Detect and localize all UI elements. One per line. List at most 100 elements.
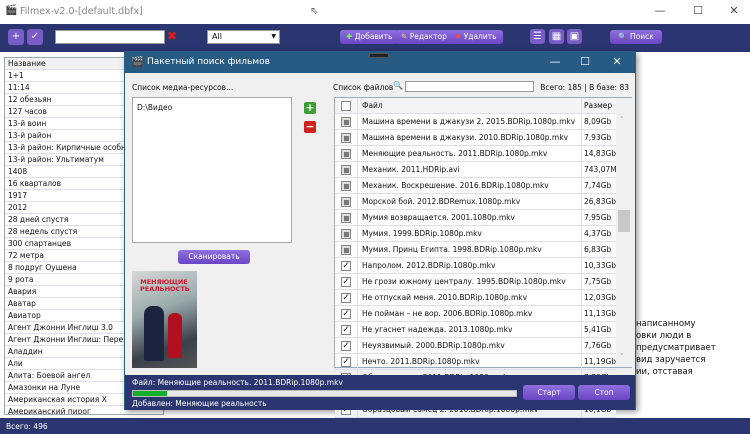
file-checkbox[interactable]: ✓: [341, 325, 351, 335]
file-name: Напролом. 2012.BDRip.1080p.mkv: [357, 258, 582, 274]
file-row[interactable]: Машина времени в джакузи 2. 2015.BDRip.1…: [335, 114, 616, 130]
file-row[interactable]: ✓ Нечто. 2011.BDRip.1080p.mkv 11,19Gb: [335, 354, 616, 370]
file-row[interactable]: Мумия возвращается. 2001.1080p.mkv 7,95Gb: [335, 210, 616, 226]
scroll-up-icon[interactable]: ˄: [620, 116, 624, 124]
progress-bar: [132, 390, 517, 397]
file-row[interactable]: Механик. Воскрешение. 2016.BDRip.1080p.m…: [335, 178, 616, 194]
media-item[interactable]: D:\Видео: [137, 103, 287, 112]
file-name: Нечто. 2011.BDRip.1080p.mkv: [357, 354, 582, 370]
clear-search-icon[interactable]: ✖: [167, 29, 177, 43]
editor-button[interactable]: ✎ Редактор: [395, 30, 453, 44]
file-row[interactable]: ✓ Напролом. 2012.BDRip.1080p.mkv 10,33Gb: [335, 258, 616, 274]
file-name: Не пойман – не вор. 2006.BDRip.1080p.mkv: [357, 306, 582, 322]
file-checkbox[interactable]: [341, 181, 351, 191]
file-row[interactable]: Мумия. 1999.BDRip.1080p.mkv 4,37Gb: [335, 226, 616, 242]
select-all-checkbox[interactable]: [341, 101, 351, 111]
start-button[interactable]: Старт: [523, 385, 575, 400]
movie-poster: МЕНЯЮЩИЕ РЕАЛЬНОСТЬ: [132, 271, 197, 368]
add-button[interactable]: ✚ Добавить: [340, 30, 399, 44]
description-line: написанному: [636, 319, 696, 329]
dialog-titlebar[interactable]: 🎬 Пакетный поиск фильмов — ☐ ✕: [125, 52, 635, 73]
file-row[interactable]: ✓ Не грози южному централу. 1995.BDRip.10…: [335, 274, 616, 290]
scan-button[interactable]: Сканировать: [178, 250, 250, 264]
dialog-close-button[interactable]: ✕: [607, 55, 627, 68]
remove-media-button[interactable]: −: [304, 121, 316, 133]
dialog-title: Пакетный поиск фильмов: [147, 57, 270, 67]
maximize-button[interactable]: ☐: [688, 4, 708, 17]
file-size: 7,76Gb: [581, 338, 616, 354]
edit-db-icon[interactable]: ✓: [27, 29, 43, 45]
file-checkbox[interactable]: [341, 197, 351, 207]
file-row[interactable]: Меняющие реальность. 2011.BDRip.1080p.mk…: [335, 146, 616, 162]
file-checkbox[interactable]: [341, 165, 351, 175]
search-icon: 🔍: [618, 32, 628, 41]
description-line: овки люди в: [636, 331, 692, 341]
file-name: Неуязвимый. 2000.BDRip.1080p.mkv: [357, 338, 582, 354]
file-size: 10,33Gb: [581, 258, 616, 274]
list-view-icon[interactable]: ☰: [530, 29, 545, 44]
file-name: Меняющие реальность. 2011.BDRip.1080p.mk…: [357, 146, 582, 162]
grid-view-icon[interactable]: ▦: [549, 29, 564, 44]
drag-handle[interactable]: [369, 53, 389, 58]
file-row[interactable]: Морской бой. 2012.BDRemux.1080p.mkv 26,83…: [335, 194, 616, 210]
file-size: 5,41Gb: [581, 322, 616, 338]
file-size: 4,37Gb: [581, 226, 616, 242]
file-row[interactable]: Машина времени в джакузи. 2010.BDRip.108…: [335, 130, 616, 146]
progress-fill: [133, 391, 168, 396]
files-table-header: Файл Размер: [335, 98, 616, 114]
file-size: 7,95Gb: [581, 210, 616, 226]
file-checkbox[interactable]: [341, 245, 351, 255]
file-row[interactable]: Мумия. Принц Египта. 1998.BDRip.1080p.mk…: [335, 242, 616, 258]
file-checkbox[interactable]: [341, 229, 351, 239]
file-checkbox[interactable]: ✓: [341, 357, 351, 367]
chevron-down-icon: ▼: [271, 33, 276, 40]
dialog-minimize-button[interactable]: —: [545, 55, 565, 68]
file-row[interactable]: ✓ Не отпускай меня. 2010.BDRip.1080p.mkv 1…: [335, 290, 616, 306]
file-name: Машина времени в джакузи. 2010.BDRip.108…: [357, 130, 582, 146]
poster-title: МЕНЯЮЩИЕ РЕАЛЬНОСТЬ: [140, 278, 190, 293]
file-size: 26,83Gb: [581, 194, 616, 210]
stop-button[interactable]: Стоп: [578, 385, 630, 400]
close-button[interactable]: ✕: [724, 4, 744, 17]
file-checkbox[interactable]: ✓: [341, 277, 351, 287]
delete-button[interactable]: ✖ Удалить: [449, 30, 503, 44]
file-checkbox[interactable]: ✓: [341, 293, 351, 303]
dialog-maximize-button[interactable]: ☐: [575, 55, 595, 68]
files-list-label: Список файлов: [333, 83, 394, 92]
file-name: Мумия. Принц Египта. 1998.BDRip.1080p.mk…: [357, 242, 582, 258]
filter-value: All: [212, 32, 222, 41]
column-size[interactable]: Размер: [581, 98, 616, 114]
toolbar: + ✓ ✖ All ▼ ✚ Добавить ✎ Редактор ✖ Удали…: [0, 24, 750, 52]
file-checkbox[interactable]: [341, 149, 351, 159]
file-checkbox[interactable]: ✓: [341, 309, 351, 319]
file-checkbox[interactable]: [341, 213, 351, 223]
total-count: Всего: 496: [6, 422, 48, 431]
app-title: Filmex-v2.0-[default.dbfx]: [20, 6, 143, 17]
card-view-icon[interactable]: ▣: [567, 29, 582, 44]
description-line: предусматривает: [636, 343, 716, 353]
file-checkbox[interactable]: [341, 133, 351, 143]
media-list[interactable]: D:\Видео: [132, 97, 292, 243]
files-search-input[interactable]: [405, 81, 534, 92]
add-media-button[interactable]: +: [304, 102, 316, 114]
search-button[interactable]: 🔍 Поиск: [610, 30, 662, 44]
filter-select[interactable]: All ▼: [207, 30, 280, 44]
file-checkbox[interactable]: [341, 117, 351, 127]
delete-icon: ✖: [455, 32, 462, 41]
file-name: Механик. Воскрешение. 2016.BDRip.1080p.m…: [357, 178, 582, 194]
file-row[interactable]: ✓ Неуязвимый. 2000.BDRip.1080p.mkv 7,76Gb: [335, 338, 616, 354]
file-checkbox[interactable]: ✓: [341, 261, 351, 271]
search-input[interactable]: [55, 30, 165, 44]
description-line: ии, отставая: [636, 367, 693, 377]
file-size: 743,07Mb: [581, 162, 616, 178]
file-row[interactable]: Механик. 2011.HDRip.avi743,07Mb: [335, 162, 616, 178]
file-row[interactable]: ✓ Не угаснет надежда. 2013.1080p.mkv 5,41G…: [335, 322, 616, 338]
files-scrollbar[interactable]: ˄ ˅: [616, 98, 632, 367]
add-db-icon[interactable]: +: [8, 29, 24, 45]
file-checkbox[interactable]: ✓: [341, 341, 351, 351]
file-row[interactable]: ✓ Не пойман – не вор. 2006.BDRip.1080p.mk…: [335, 306, 616, 322]
minimize-button[interactable]: —: [650, 4, 670, 17]
scroll-thumb[interactable]: [618, 210, 630, 232]
scroll-down-icon[interactable]: ˅: [620, 353, 624, 361]
column-file[interactable]: Файл: [357, 98, 582, 114]
